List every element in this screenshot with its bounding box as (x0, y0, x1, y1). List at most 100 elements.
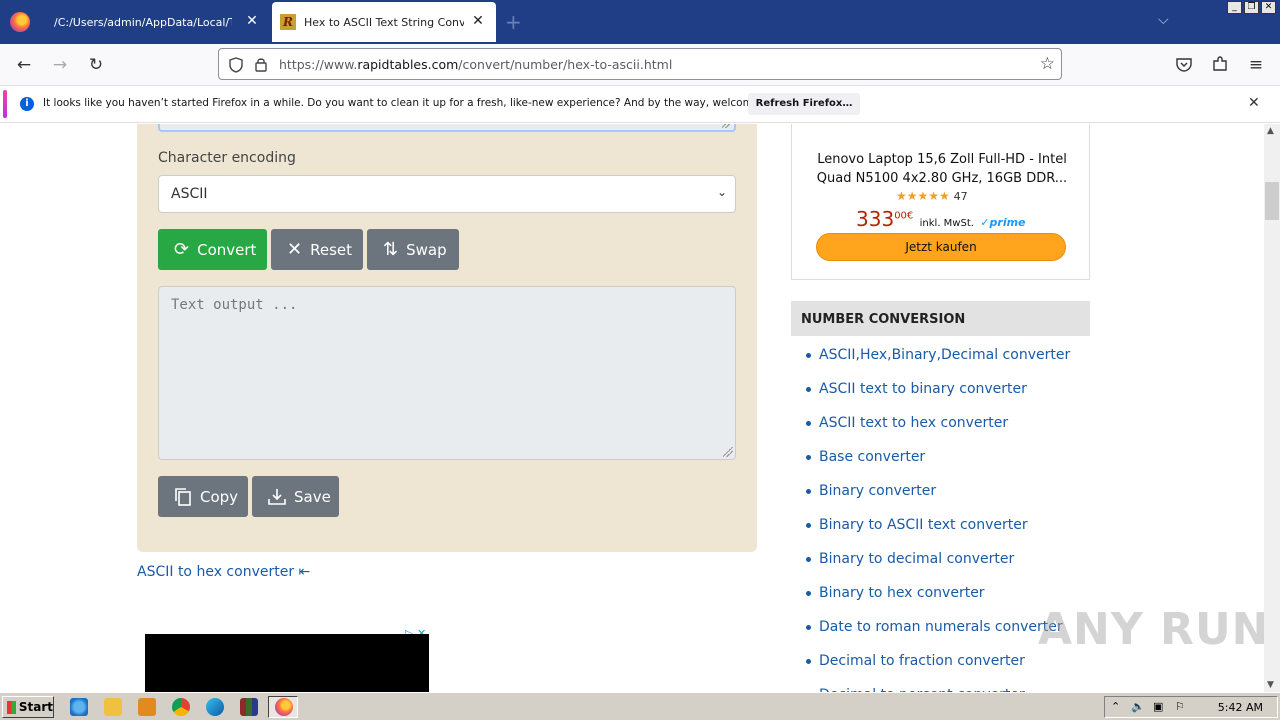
tab-local-file[interactable]: /C:/Users/admin/AppData/Local/Temp/H ✕ (42, 2, 270, 42)
text-output-textarea[interactable]: Text output ... (158, 286, 736, 460)
clock[interactable]: 5:42 AM (1218, 701, 1263, 714)
start-button[interactable]: Start (2, 696, 54, 718)
windows-flag-icon (7, 700, 16, 714)
system-tray: ⌃ 🔈 ▣ ⚐ 5:42 AM (1104, 696, 1278, 718)
prime-label: prime (989, 216, 1026, 229)
ad-price-note: inkl. MwSt. (919, 218, 974, 229)
tab-title: Hex to ASCII Text String Converter (304, 15, 464, 29)
windows-taskbar: Start ⌃ 🔈 ▣ ⚐ 5:42 AM (0, 692, 1280, 720)
edge-icon[interactable] (206, 698, 224, 716)
tab-hex-to-ascii[interactable]: R Hex to ASCII Text String Converter ✕ (272, 2, 496, 42)
minimize-button[interactable]: _ (1227, 1, 1242, 14)
ad-price-main: 333 (856, 207, 895, 231)
reload-icon[interactable]: ↻ (84, 53, 108, 77)
sidebar-link[interactable]: Binary to decimal converter (805, 542, 1095, 576)
encoding-select[interactable]: ASCII ⌄ (158, 175, 736, 213)
save-button[interactable]: Save (252, 476, 339, 517)
lock-icon[interactable] (255, 57, 267, 72)
stars-icon: ★★★★★ (896, 189, 950, 203)
ad-price-cents: 00€ (894, 210, 914, 222)
restore-button[interactable]: ❐ (1244, 1, 1259, 14)
chrome-icon[interactable] (172, 698, 190, 716)
rapidtables-favicon-icon: R (280, 14, 296, 30)
bookmark-star-icon[interactable]: ☆ (1040, 54, 1055, 74)
chevron-down-icon: ⌄ (716, 185, 727, 199)
scroll-down-arrow-icon[interactable]: ▼ (1267, 680, 1274, 690)
close-icon[interactable]: ✕ (470, 13, 486, 29)
refresh-arrows-icon: ⟳ (174, 238, 190, 260)
encoding-label: Character encoding (158, 150, 296, 166)
sidebar-link[interactable]: ASCII,Hex,Binary,Decimal converter (805, 338, 1095, 372)
firefox-taskbar-button[interactable] (268, 696, 298, 718)
web-page: Character encoding ASCII ⌄ ⟳ Convert ✕ R… (0, 124, 1264, 692)
backlink-label: ASCII to hex converter (137, 564, 295, 580)
notification-accent-stripe (3, 90, 7, 118)
network-icon[interactable]: ▣ (1153, 700, 1163, 713)
notification-bar: i It looks like you haven’t started Fire… (0, 85, 1280, 123)
sidebar-link[interactable]: ASCII text to binary converter (805, 372, 1095, 406)
refresh-firefox-button[interactable]: Refresh Firefox… (748, 93, 860, 115)
shield-icon[interactable] (229, 57, 243, 73)
buy-now-button[interactable]: Jetzt kaufen (816, 233, 1066, 261)
extensions-puzzle-icon[interactable] (1212, 56, 1228, 72)
firefox-logo-icon[interactable] (10, 12, 30, 32)
ad-rating-count: 47 (953, 190, 968, 203)
product-ad[interactable]: Lenovo Laptop 15,6 Zoll Full-HD - Intel … (791, 124, 1090, 280)
output-placeholder: Text output ... (171, 297, 298, 313)
hex-input-textarea[interactable] (158, 124, 736, 132)
screen: /C:/Users/admin/AppData/Local/Temp/H ✕ R… (0, 0, 1280, 720)
resize-grip-icon[interactable] (722, 124, 732, 128)
firefox-icon (275, 698, 293, 716)
volume-icon[interactable]: 🔈 (1131, 700, 1145, 713)
swap-arrows-icon: ⇅ (383, 238, 399, 260)
url-bar[interactable]: https://www.rapidtables.com/convert/numb… (218, 48, 1062, 80)
url-text[interactable]: https://www.rapidtables.com/convert/numb… (279, 57, 672, 72)
sidebar-link[interactable]: ASCII text to hex converter (805, 406, 1095, 440)
folder-icon[interactable] (104, 698, 122, 716)
ascii-to-hex-link[interactable]: ASCII to hex converter ⇤ (137, 564, 310, 580)
sidebar-link[interactable]: Binary converter (805, 474, 1095, 508)
internet-explorer-icon[interactable] (70, 698, 88, 716)
navigation-toolbar: ← → ↻ https://www.rapidtables.com/conver… (0, 44, 1280, 85)
sidebar-link[interactable]: Decimal to percent converter (805, 678, 1095, 692)
sidebar-link[interactable]: Binary to ASCII text converter (805, 508, 1095, 542)
tray-expand-icon[interactable]: ⌃ (1111, 700, 1120, 713)
copy-label: Copy (200, 487, 239, 506)
pocket-icon[interactable] (1176, 57, 1192, 72)
close-icon[interactable]: ✕ (244, 13, 260, 29)
list-tabs-chevron-icon[interactable]: ⌵ (1158, 12, 1169, 28)
forward-arrow-icon[interactable]: → (48, 53, 72, 77)
sidebar-link[interactable]: Base converter (805, 440, 1095, 474)
save-label: Save (294, 487, 331, 506)
url-path: /convert/number/hex-to-ascii.html (458, 57, 673, 72)
start-label: Start (18, 700, 53, 714)
arrow-left-icon: ⇤ (298, 564, 311, 580)
reset-button[interactable]: ✕ Reset (271, 229, 363, 270)
close-icon[interactable]: ✕ (1248, 95, 1260, 111)
hamburger-menu-icon[interactable]: ≡ (1244, 53, 1268, 77)
ad-product-title[interactable]: Lenovo Laptop 15,6 Zoll Full-HD - Intel … (806, 150, 1078, 188)
browser-tab-bar: /C:/Users/admin/AppData/Local/Temp/H ✕ R… (0, 0, 1280, 44)
swap-label: Swap (406, 240, 447, 259)
reset-label: Reset (310, 240, 352, 259)
video-ad[interactable] (145, 634, 429, 692)
window-controls: _ ❐ ✕ (1227, 1, 1276, 14)
flag-icon[interactable]: ⚐ (1175, 700, 1185, 713)
prime-logo: ✓prime (980, 216, 1026, 229)
page-scrollbar[interactable]: ▲ ▼ (1264, 124, 1280, 692)
ad-rating: ★★★★★ 47 (896, 189, 968, 203)
copy-button[interactable]: Copy (158, 476, 248, 517)
copy-icon (175, 487, 191, 506)
close-window-button[interactable]: ✕ (1261, 1, 1276, 14)
new-tab-button[interactable]: + (505, 10, 522, 34)
media-player-icon[interactable] (138, 698, 156, 716)
download-icon (268, 488, 286, 505)
swap-button[interactable]: ⇅ Swap (367, 229, 459, 270)
resize-grip-icon[interactable] (723, 447, 733, 457)
scroll-up-arrow-icon[interactable]: ▲ (1267, 126, 1274, 136)
convert-button[interactable]: ⟳ Convert (158, 229, 267, 270)
anyrun-watermark: ANY RUN (1038, 604, 1264, 655)
winrar-icon[interactable] (240, 698, 258, 716)
back-arrow-icon[interactable]: ← (12, 53, 36, 77)
scrollbar-thumb[interactable] (1265, 182, 1279, 220)
